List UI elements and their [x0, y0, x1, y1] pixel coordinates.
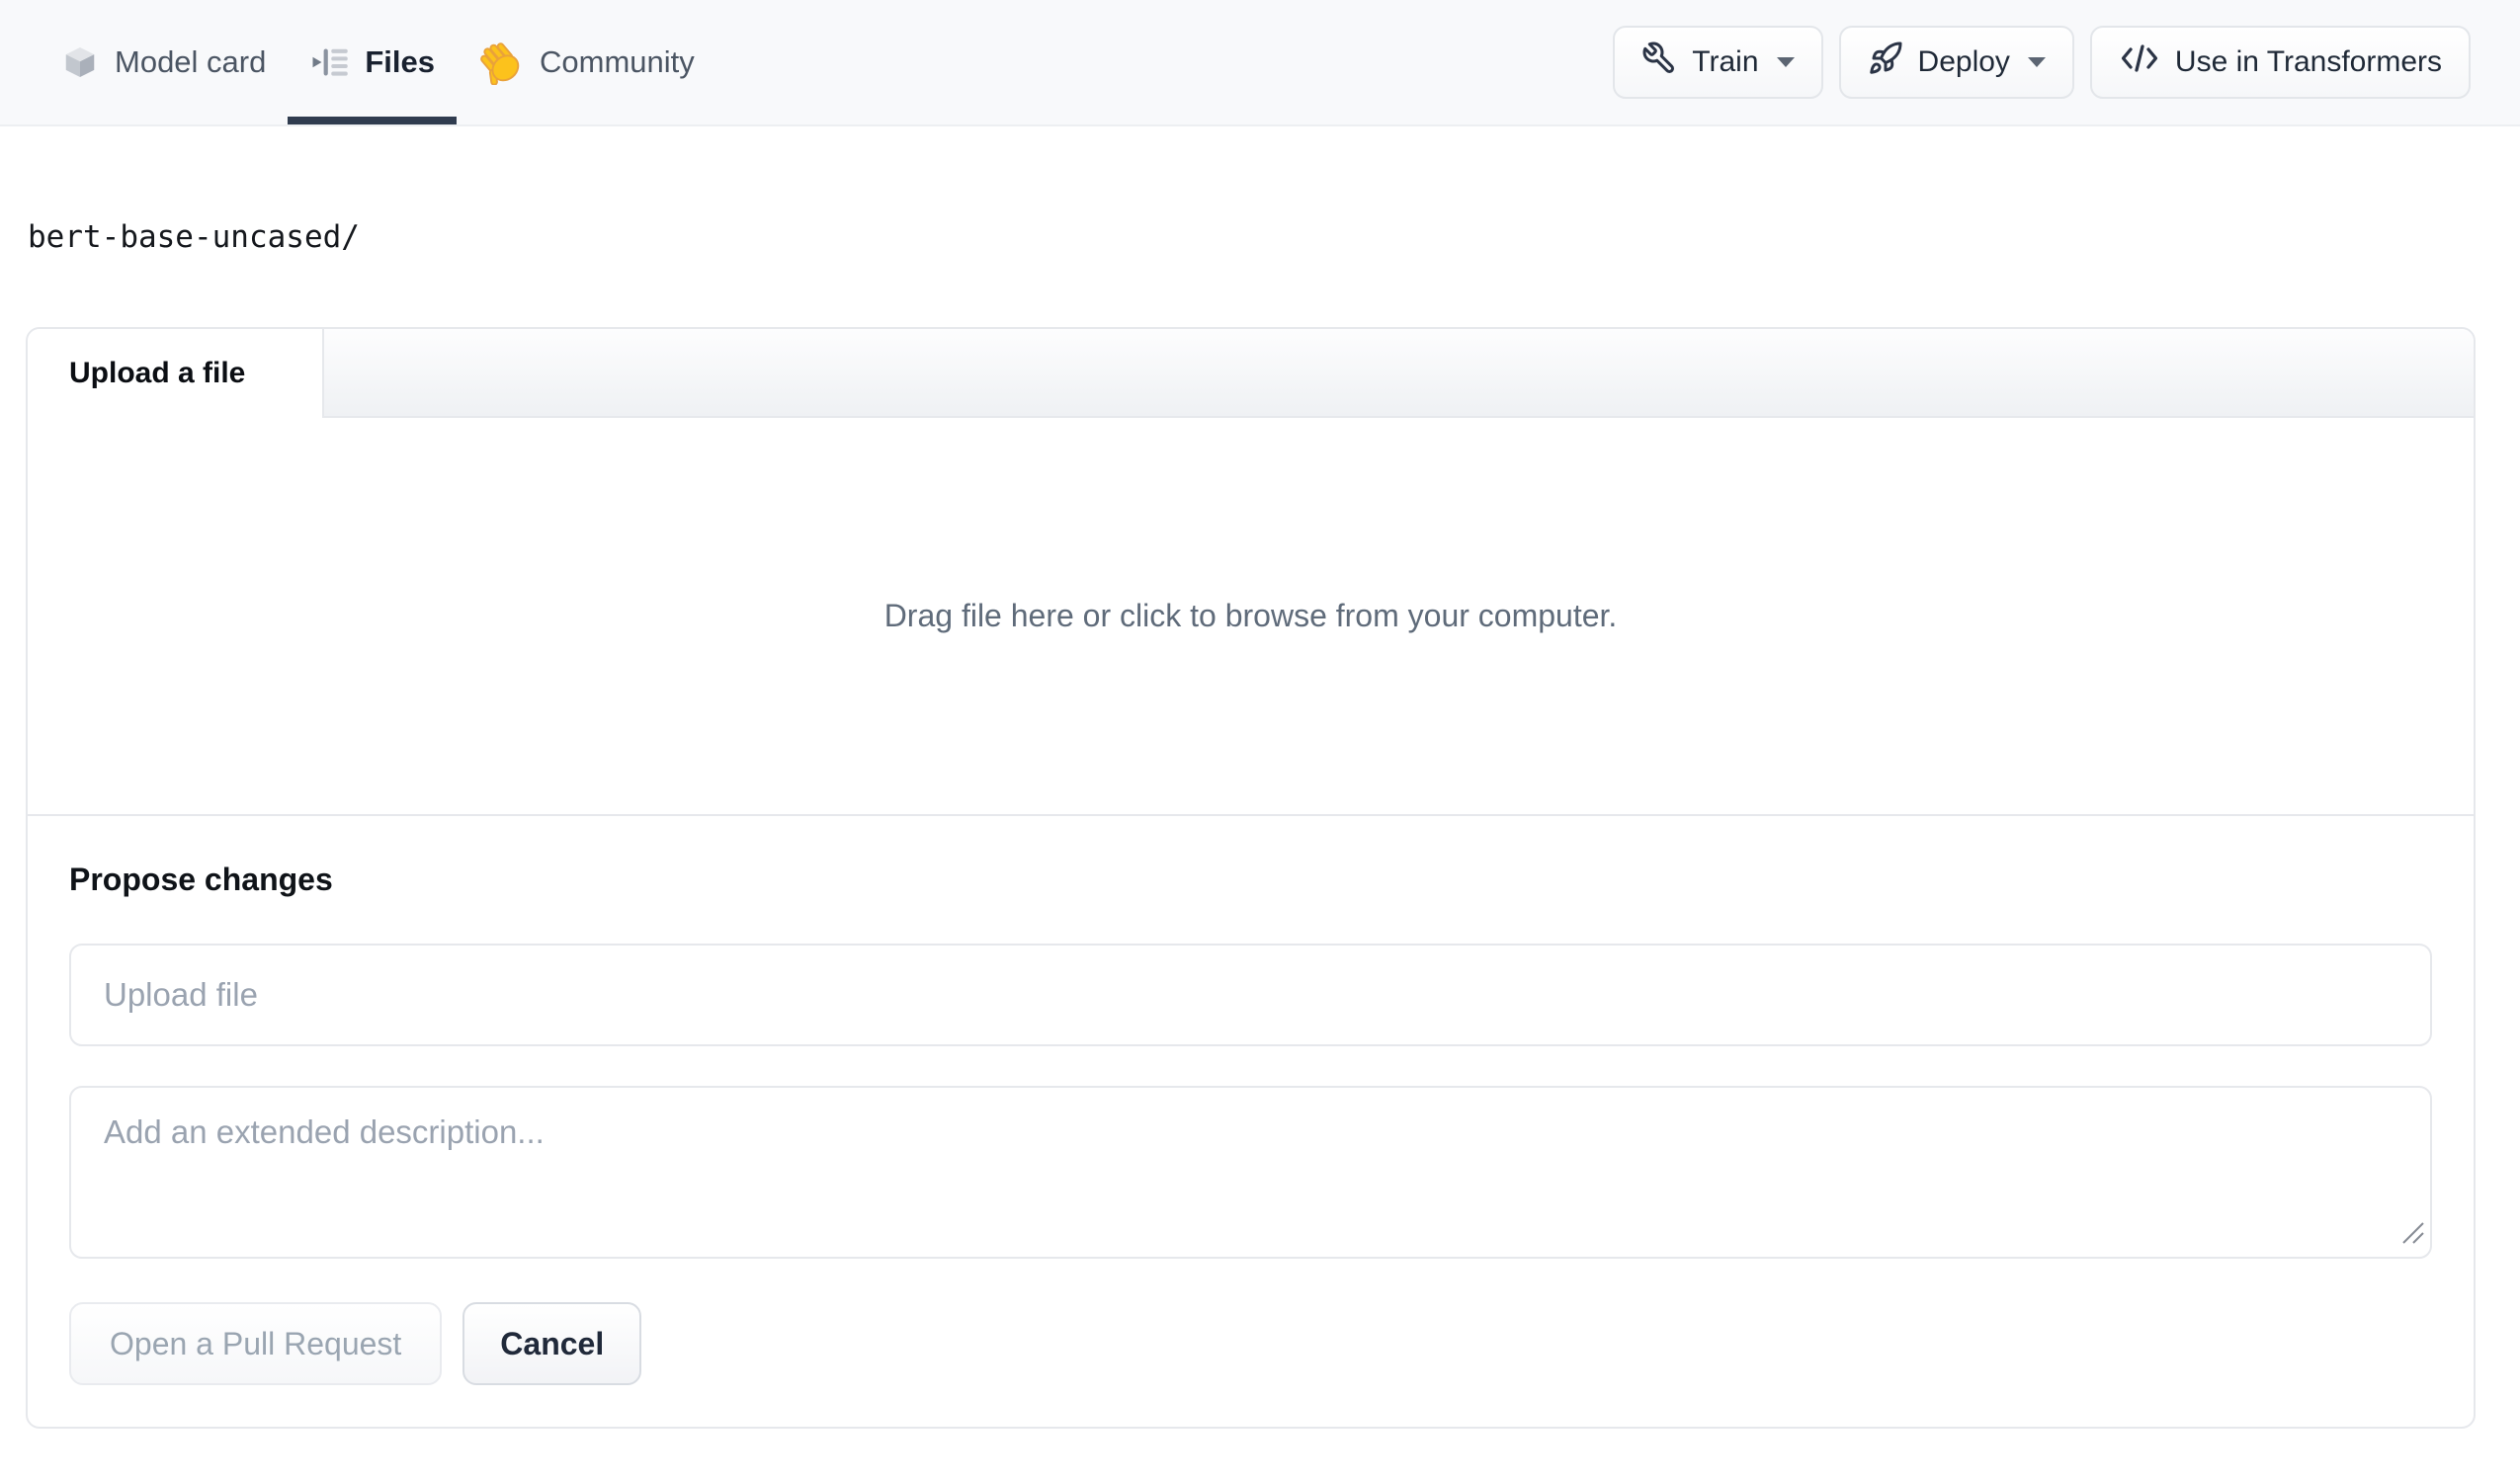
- propose-actions-row: Open a Pull Request Cancel: [69, 1302, 2432, 1386]
- breadcrumb: bert-base-uncased/: [28, 219, 360, 255]
- use-in-transformers-label: Use in Transformers: [2174, 45, 2442, 78]
- file-dropzone[interactable]: Drag file here or click to browse from y…: [28, 418, 2474, 817]
- tab-files[interactable]: Files: [288, 0, 458, 124]
- upload-panel-tab-row: Upload a file: [28, 329, 2474, 419]
- waving-hand-icon: [478, 40, 524, 85]
- tab-row-filler: [324, 329, 2474, 419]
- tab-community-label: Community: [540, 44, 695, 79]
- open-pull-request-button[interactable]: Open a Pull Request: [69, 1302, 443, 1386]
- tab-model-card[interactable]: Model card: [40, 0, 288, 124]
- repo-tabs: Model card Files Community: [40, 0, 716, 124]
- use-in-transformers-button[interactable]: Use in Transformers: [2089, 26, 2471, 99]
- description-field-wrap: [69, 1086, 2432, 1260]
- code-icon: [2119, 41, 2160, 83]
- model-card-cube-icon: [61, 43, 99, 81]
- upload-panel: Upload a file Drag file here or click to…: [26, 327, 2476, 1430]
- upload-a-file-tab[interactable]: Upload a file: [28, 329, 324, 419]
- upload-filename-input[interactable]: [69, 944, 2432, 1047]
- files-list-icon: [309, 44, 349, 80]
- wrench-icon: [1641, 41, 1677, 84]
- repo-nav-bar: Model card Files Community Train Deploy …: [0, 0, 2520, 126]
- propose-changes-section: Propose changes Open a Pull Request Canc…: [28, 816, 2474, 1427]
- deploy-button[interactable]: Deploy: [1838, 26, 2074, 99]
- rocket-icon: [1868, 41, 1903, 84]
- extended-description-textarea[interactable]: [69, 1086, 2432, 1260]
- cancel-button[interactable]: Cancel: [462, 1302, 642, 1386]
- dropzone-hint-text: Drag file here or click to browse from y…: [883, 598, 1618, 634]
- chevron-down-icon: [1776, 57, 1795, 67]
- chevron-down-icon: [2027, 57, 2046, 67]
- train-button[interactable]: Train: [1613, 26, 1823, 99]
- tab-community[interactable]: Community: [457, 0, 716, 124]
- repo-action-buttons: Train Deploy Use in Transformers: [1613, 0, 2471, 124]
- tab-files-label: Files: [365, 44, 436, 79]
- tab-model-card-label: Model card: [115, 44, 267, 79]
- deploy-button-label: Deploy: [1917, 45, 2010, 78]
- propose-changes-heading: Propose changes: [69, 862, 333, 898]
- train-button-label: Train: [1692, 45, 1759, 78]
- textarea-resize-handle-icon[interactable]: [2399, 1219, 2425, 1250]
